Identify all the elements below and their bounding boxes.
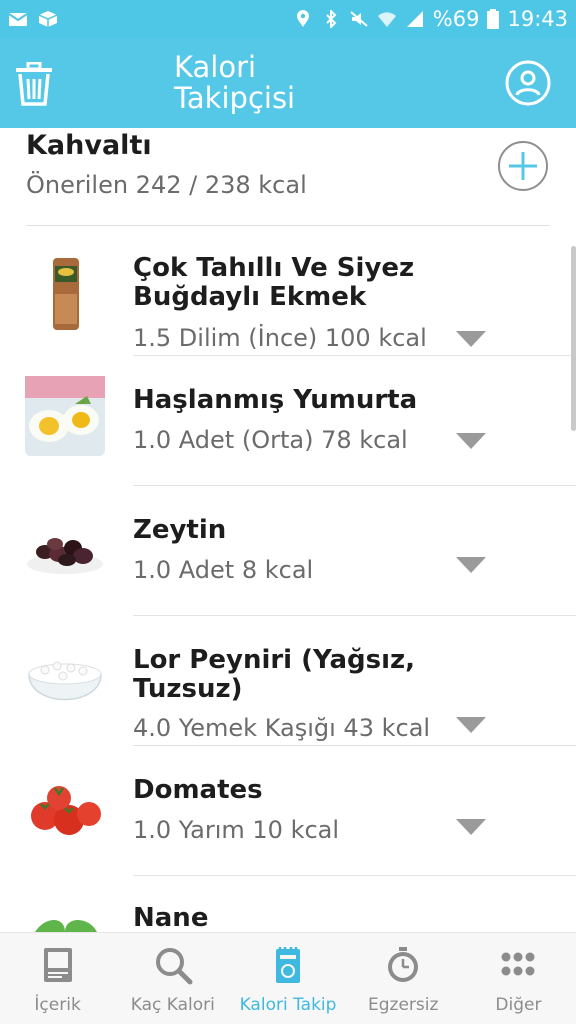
food-item[interactable]: Zeytin 1.0 Adet 8 kcal [0, 486, 576, 616]
food-detail: 1.0 Yarım 10 kcal [133, 816, 340, 844]
search-icon [155, 948, 193, 985]
package-icon [38, 11, 58, 27]
grid-icon [501, 952, 535, 976]
food-name: Haşlanmış Yumurta [133, 385, 418, 415]
book-icon [43, 948, 72, 982]
clock: 19:43 [507, 7, 568, 31]
food-item[interactable]: Çok Tahıllı Ve Siyez Buğdaylı Ekmek 1.5 … [0, 226, 576, 356]
food-name: Nane [133, 903, 209, 933]
bottom-navigation: İçerik Kaç Kalori Kalori Takip Egzersiz [0, 932, 576, 1024]
tomato-image [31, 786, 101, 835]
chevron-down-icon[interactable] [454, 714, 488, 736]
profile-icon[interactable] [505, 60, 551, 106]
food-name: Lor Peyniri (Yağsız, Tuzsuz) [133, 645, 416, 704]
egg-image [25, 376, 105, 456]
nav-kalori-takip[interactable]: Kalori Takip [230, 933, 345, 1024]
food-detail: 1.0 Adet (Orta) 78 kcal [133, 426, 408, 454]
food-name: Zeytin [133, 515, 227, 545]
nav-egzersiz[interactable]: Egzersiz [346, 933, 461, 1024]
stopwatch-icon [388, 947, 419, 982]
battery-icon [487, 9, 500, 29]
food-item[interactable]: Haşlanmış Yumurta 1.0 Adet (Orta) 78 kca… [0, 356, 576, 486]
nav-label: Diğer [495, 995, 542, 1015]
trash-icon[interactable] [14, 62, 54, 106]
wifi-icon [377, 12, 396, 27]
cheese-image [28, 661, 102, 701]
food-item[interactable]: Lor Peyniri (Yağsız, Tuzsuz) 4.0 Yemek K… [0, 616, 576, 746]
chevron-down-icon[interactable] [454, 328, 488, 350]
mint-image [35, 920, 97, 932]
add-food-button[interactable] [497, 140, 549, 192]
signal-icon [406, 11, 423, 27]
nav-icerik[interactable]: İçerik [0, 933, 115, 1024]
notebook-icon [276, 947, 300, 983]
page-title: Kalori Takipçisi [174, 52, 295, 114]
title-line-1: Kalori [174, 50, 257, 84]
olive-image [27, 538, 103, 574]
meal-header: Kahvaltı Önerilen 242 / 238 kcal [0, 128, 576, 226]
nav-diger[interactable]: Diğer [461, 933, 576, 1024]
bread-image [53, 258, 79, 330]
food-detail: 4.0 Yemek Kaşığı 43 kcal [133, 714, 431, 742]
bluetooth-icon [326, 10, 337, 28]
title-line-2: Takipçisi [174, 81, 296, 115]
app-bar: Kalori Takipçisi [0, 38, 576, 128]
chevron-down-icon[interactable] [454, 554, 488, 576]
food-item[interactable]: Nane [0, 876, 576, 932]
chevron-down-icon[interactable] [454, 816, 488, 838]
meal-title: Kahvaltı [26, 130, 152, 161]
battery-percent: %69 [432, 7, 480, 31]
scrollbar[interactable] [571, 246, 576, 431]
food-name: Çok Tahıllı Ve Siyez Buğdaylı Ekmek [133, 253, 415, 312]
meal-calorie-summary: Önerilen 242 / 238 kcal [26, 171, 307, 199]
mail-icon [8, 13, 28, 26]
meal-content[interactable]: Kahvaltı Önerilen 242 / 238 kcal Çok Tah… [0, 128, 576, 932]
status-bar: %69 19:43 [0, 0, 576, 38]
nav-kac-kalori[interactable]: Kaç Kalori [115, 933, 230, 1024]
food-detail: 1.5 Dilim (İnce) 100 kcal [133, 324, 427, 352]
nav-label: Kalori Takip [239, 995, 337, 1015]
food-name: Domates [133, 775, 263, 805]
nav-label: Kaç Kalori [130, 995, 215, 1015]
food-detail: 1.0 Adet 8 kcal [133, 556, 314, 584]
mute-icon [350, 11, 368, 27]
nav-label: Egzersiz [368, 995, 439, 1015]
nav-label: İçerik [34, 995, 81, 1015]
location-icon [296, 10, 309, 27]
food-item[interactable]: Domates 1.0 Yarım 10 kcal [0, 746, 576, 876]
chevron-down-icon[interactable] [454, 430, 488, 452]
